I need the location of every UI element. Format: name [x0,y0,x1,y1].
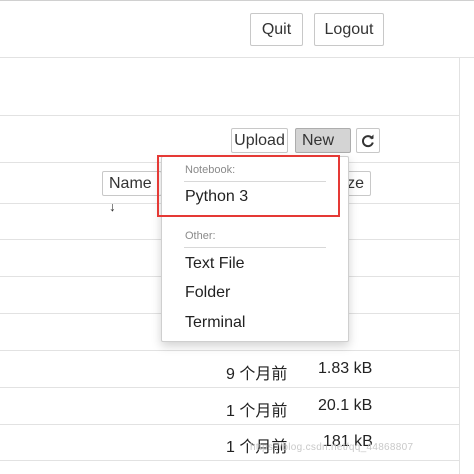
notebook-section-header: Notebook: [185,164,236,176]
name-column-label: Name [109,175,152,192]
dropdown-divider [184,247,326,248]
row-divider [0,387,459,388]
upload-button[interactable]: Upload [231,128,288,153]
sort-name-button[interactable]: Name ↓ [102,171,162,214]
right-panel-border [459,57,460,474]
new-button-label: New [302,132,335,149]
header-divider [0,57,474,58]
header-top-border [0,0,474,1]
modified-cell: 1 个月前 [226,403,288,420]
other-section-header: Other: [185,230,216,242]
watermark-text: https://blog.csdn.net/qq_44868807 [250,442,414,453]
menu-item-terminal[interactable]: Terminal [185,314,245,332]
size-column-label: ze [347,175,364,192]
modified-cell: 9 个月前 [226,366,288,383]
refresh-icon [362,134,374,148]
new-button[interactable]: New [295,128,351,167]
menu-item-text-file[interactable]: Text File [185,255,245,273]
menu-item-folder[interactable]: Folder [185,284,230,302]
dropdown-divider [184,181,326,182]
row-divider [0,350,459,351]
sort-arrow-down-icon: ↓ [109,198,116,214]
row-divider [0,424,459,425]
new-dropdown-menu: Notebook: Python 3 Other: Text File Fold… [161,156,349,342]
size-cell: 1.83 kB [318,360,373,377]
tabs-divider [0,115,459,116]
refresh-button[interactable] [356,128,380,153]
quit-button[interactable]: Quit [250,13,303,46]
menu-item-python3[interactable]: Python 3 [185,188,248,206]
size-cell: 20.1 kB [318,397,373,414]
logout-button[interactable]: Logout [314,13,384,46]
row-divider [0,460,459,461]
